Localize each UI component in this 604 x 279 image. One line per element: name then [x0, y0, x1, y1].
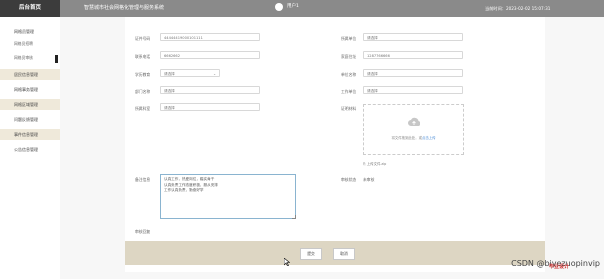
cancel-button[interactable]: 取消: [333, 248, 355, 260]
chevron-down-icon: ⌄: [213, 72, 216, 76]
sidebar-subitem-review[interactable]: 网格员审核: [0, 53, 60, 63]
unit-name-input[interactable]: 请选择: [363, 69, 463, 77]
address-label: 家庭住址: [341, 54, 357, 59]
status-label: 审核状态: [341, 177, 357, 182]
id-number-label: 证件号码: [135, 36, 151, 41]
mouse-cursor-icon: [284, 258, 290, 266]
sidebar: 网格员管理 网格员招聘 网格员审核 居民信息管理 网格事务管理 网格区域管理 问…: [0, 17, 60, 279]
affiliation-label: 所属单位: [341, 36, 357, 41]
education-label: 学历教育: [135, 72, 151, 77]
workplace-input[interactable]: 请选择: [363, 86, 463, 94]
id-number-input[interactable]: 44444419000101111: [160, 33, 260, 41]
main-form: 证件号码 44444419000101111 联系电话 6662662 学历教育…: [125, 17, 545, 272]
active-indicator: [55, 55, 58, 63]
section-label: 所属科室: [135, 106, 151, 111]
submit-button[interactable]: 提交: [300, 248, 322, 260]
brand-logo: 毕业设计: [549, 264, 570, 270]
proof-material-label: 证明材料: [341, 106, 357, 111]
current-datetime: 当前时间：2023-02-02 15:07:31: [485, 6, 551, 11]
sidebar-item-grid-staff[interactable]: 网格员管理: [0, 26, 60, 37]
sidebar-item-affairs[interactable]: 网格事务管理: [0, 84, 60, 95]
sidebar-item-feedback[interactable]: 问题反馈管理: [0, 114, 60, 125]
sidebar-subitem-recruit[interactable]: 网格员招聘: [0, 39, 60, 49]
remark-label: 备注信息: [135, 177, 151, 182]
sidebar-item-areas[interactable]: 网格区域管理: [0, 99, 60, 110]
upload-link[interactable]: 点击上传: [422, 136, 436, 140]
uploaded-file-name: 上传文件.zip: [366, 162, 387, 166]
upload-tip-text: 将文件拖到此处，或: [391, 136, 422, 140]
username[interactable]: 用户1: [287, 0, 299, 14]
unit-name-label: 单位名称: [341, 72, 357, 77]
remark-textarea[interactable]: 认真工作，热爱岗位，踏实肯干 认真负责工作态度积极，服从安排 工作认真负责，勤奋…: [160, 174, 296, 219]
sidebar-item-events[interactable]: 事件信息管理: [0, 129, 60, 140]
phone-input[interactable]: 6662662: [160, 51, 260, 59]
phone-label: 联系电话: [135, 54, 151, 59]
upload-dropzone[interactable]: 将文件拖到此处，或点击上传: [363, 104, 464, 155]
reply-label: 审核回复: [135, 229, 151, 234]
resize-handle-icon[interactable]: [292, 215, 296, 219]
sidebar-item-residents[interactable]: 居民信息管理: [0, 69, 60, 80]
department-input[interactable]: 请选择: [160, 86, 260, 94]
workplace-label: 工作单位: [341, 89, 357, 94]
education-select-value: 请选择: [164, 72, 175, 76]
upload-tip: 将文件拖到此处，或点击上传: [364, 135, 463, 140]
home-logo[interactable]: 后台首页: [0, 0, 60, 17]
section-input[interactable]: 请选择: [160, 103, 260, 111]
education-select[interactable]: 请选择 ⌄: [160, 69, 220, 77]
department-label: 部门名称: [135, 89, 151, 94]
user-avatar-icon[interactable]: [275, 3, 283, 11]
site-title: 智慧城市社会网格化管理与服务系统: [84, 5, 165, 11]
uploaded-file[interactable]: ⎘ 上传文件.zip: [363, 161, 386, 166]
sidebar-item-notices[interactable]: 公告信息管理: [0, 144, 60, 155]
status-value: 未审核: [363, 177, 375, 182]
address-input[interactable]: 1287766666: [363, 51, 463, 59]
cloud-upload-icon: [408, 117, 420, 127]
form-actions-bar: 提交 取消: [125, 241, 545, 265]
affiliation-input[interactable]: 请选择: [363, 33, 463, 41]
